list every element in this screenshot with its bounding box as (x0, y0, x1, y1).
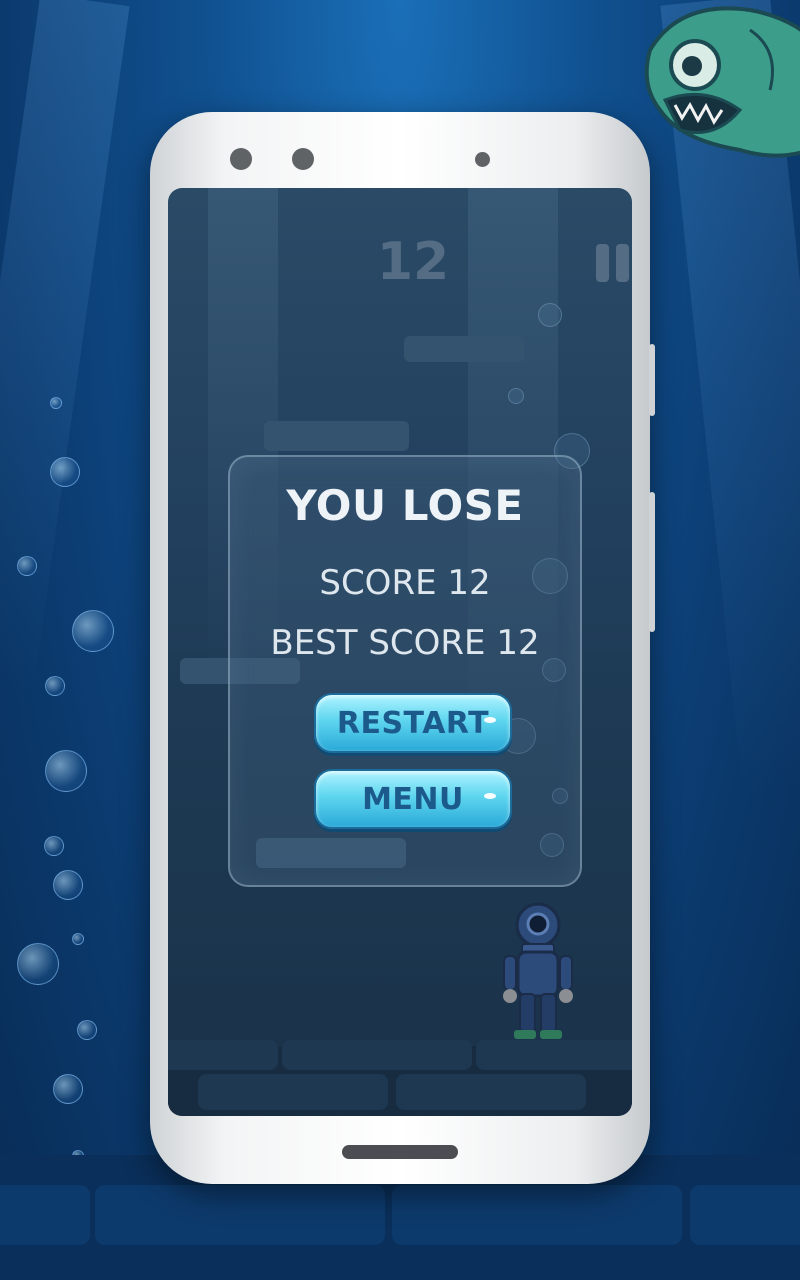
game-seabed (168, 1040, 632, 1116)
fish-icon (644, 6, 800, 158)
phone-frame: 12 YOU LOSE SCORE 12 BEST SCORE 12 RESTA… (150, 112, 655, 1184)
bubble (53, 870, 83, 900)
platform (264, 421, 409, 451)
speaker-dot (475, 152, 490, 167)
pause-icon[interactable] (596, 244, 632, 282)
diver-character (503, 902, 573, 1039)
menu-button-label: MENU (362, 781, 464, 817)
bubble (50, 397, 62, 409)
light-ray (0, 0, 130, 700)
best-score-text: BEST SCORE 12 (270, 623, 540, 663)
bubble (50, 457, 80, 487)
bubble (45, 676, 65, 696)
camera-dot (230, 148, 252, 170)
restart-button-label: RESTART (336, 705, 490, 741)
game-screen[interactable]: 12 YOU LOSE SCORE 12 BEST SCORE 12 RESTA… (168, 188, 632, 1116)
bubble (17, 943, 59, 985)
score-text: SCORE 12 (319, 563, 491, 603)
current-score: 12 (376, 232, 450, 292)
game-over-dialog: YOU LOSE SCORE 12 BEST SCORE 12 RESTART … (228, 455, 582, 887)
restart-button[interactable]: RESTART (314, 693, 512, 753)
home-indicator[interactable] (342, 1145, 458, 1159)
bubble (77, 1020, 97, 1040)
bubble (72, 933, 84, 945)
platform (404, 336, 524, 362)
bubble (53, 1074, 83, 1104)
bubble (72, 610, 114, 652)
bubble (17, 556, 37, 576)
dialog-title: YOU LOSE (286, 481, 524, 530)
bubble (44, 836, 64, 856)
sensor-dot (292, 148, 314, 170)
bubble (45, 750, 87, 792)
menu-button[interactable]: MENU (314, 769, 512, 829)
